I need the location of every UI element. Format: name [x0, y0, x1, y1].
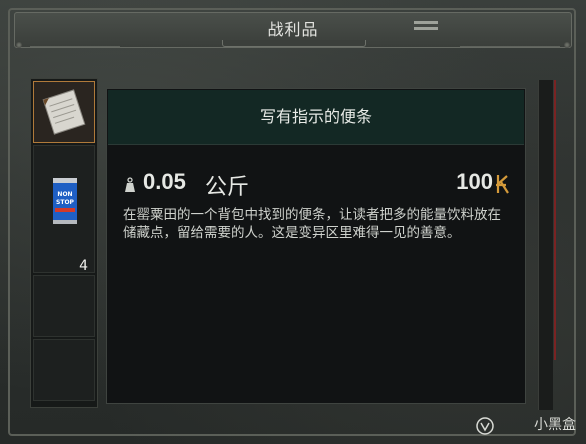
item-name: 写有指示的便条 — [259, 107, 372, 126]
item-weight-value: 0.05 — [143, 169, 186, 194]
currency-icon — [496, 175, 509, 194]
watermark-logo-icon — [476, 417, 494, 435]
scrollbar-track[interactable] — [538, 80, 553, 410]
menu-icon[interactable] — [414, 21, 438, 37]
item-description: 在罂粟田的一个背包中找到的便条，让读者把多的能量饮料放在储藏点，留给需要的人。这… — [123, 207, 501, 241]
inventory-slot-empty[interactable] — [33, 275, 95, 337]
header-decoration-right — [460, 40, 560, 47]
inventory-slot-note[interactable] — [33, 81, 95, 143]
bolt-icon — [564, 42, 570, 48]
header-decoration-left — [30, 40, 120, 47]
energy-drink-can-icon: NON STOP — [53, 178, 77, 224]
inventory-slot-energy-drink[interactable]: NON STOP 4 — [33, 145, 95, 274]
item-stats-row: 0.05 公斤 100 — [123, 169, 513, 200]
item-detail-panel: 写有指示的便条 0.05 公斤 100 在罂粟田的一个背包中找到的便条，让读者把… — [106, 88, 526, 404]
item-weight-unit: 公斤 — [205, 175, 250, 200]
watermark-text: 小黑盒 — [534, 417, 576, 433]
item-title-bar: 写有指示的便条 — [108, 90, 524, 145]
svg-text:NON: NON — [57, 191, 72, 198]
inventory-column: NON STOP 4 — [30, 78, 98, 408]
scrollbar-thumb[interactable] — [554, 80, 556, 360]
header-title-underline — [222, 40, 366, 47]
bolt-icon — [16, 42, 22, 48]
weight-icon — [125, 177, 135, 192]
item-count: 4 — [79, 258, 88, 274]
svg-text:STOP: STOP — [56, 199, 75, 206]
inventory-slot-empty[interactable] — [33, 339, 95, 401]
item-price: 100 — [456, 169, 493, 194]
note-icon — [42, 89, 86, 135]
loot-window: 战利品 NON STOP 4 写有指示的便条 0.05 公斤 100 在罂粟田的… — [0, 0, 586, 444]
